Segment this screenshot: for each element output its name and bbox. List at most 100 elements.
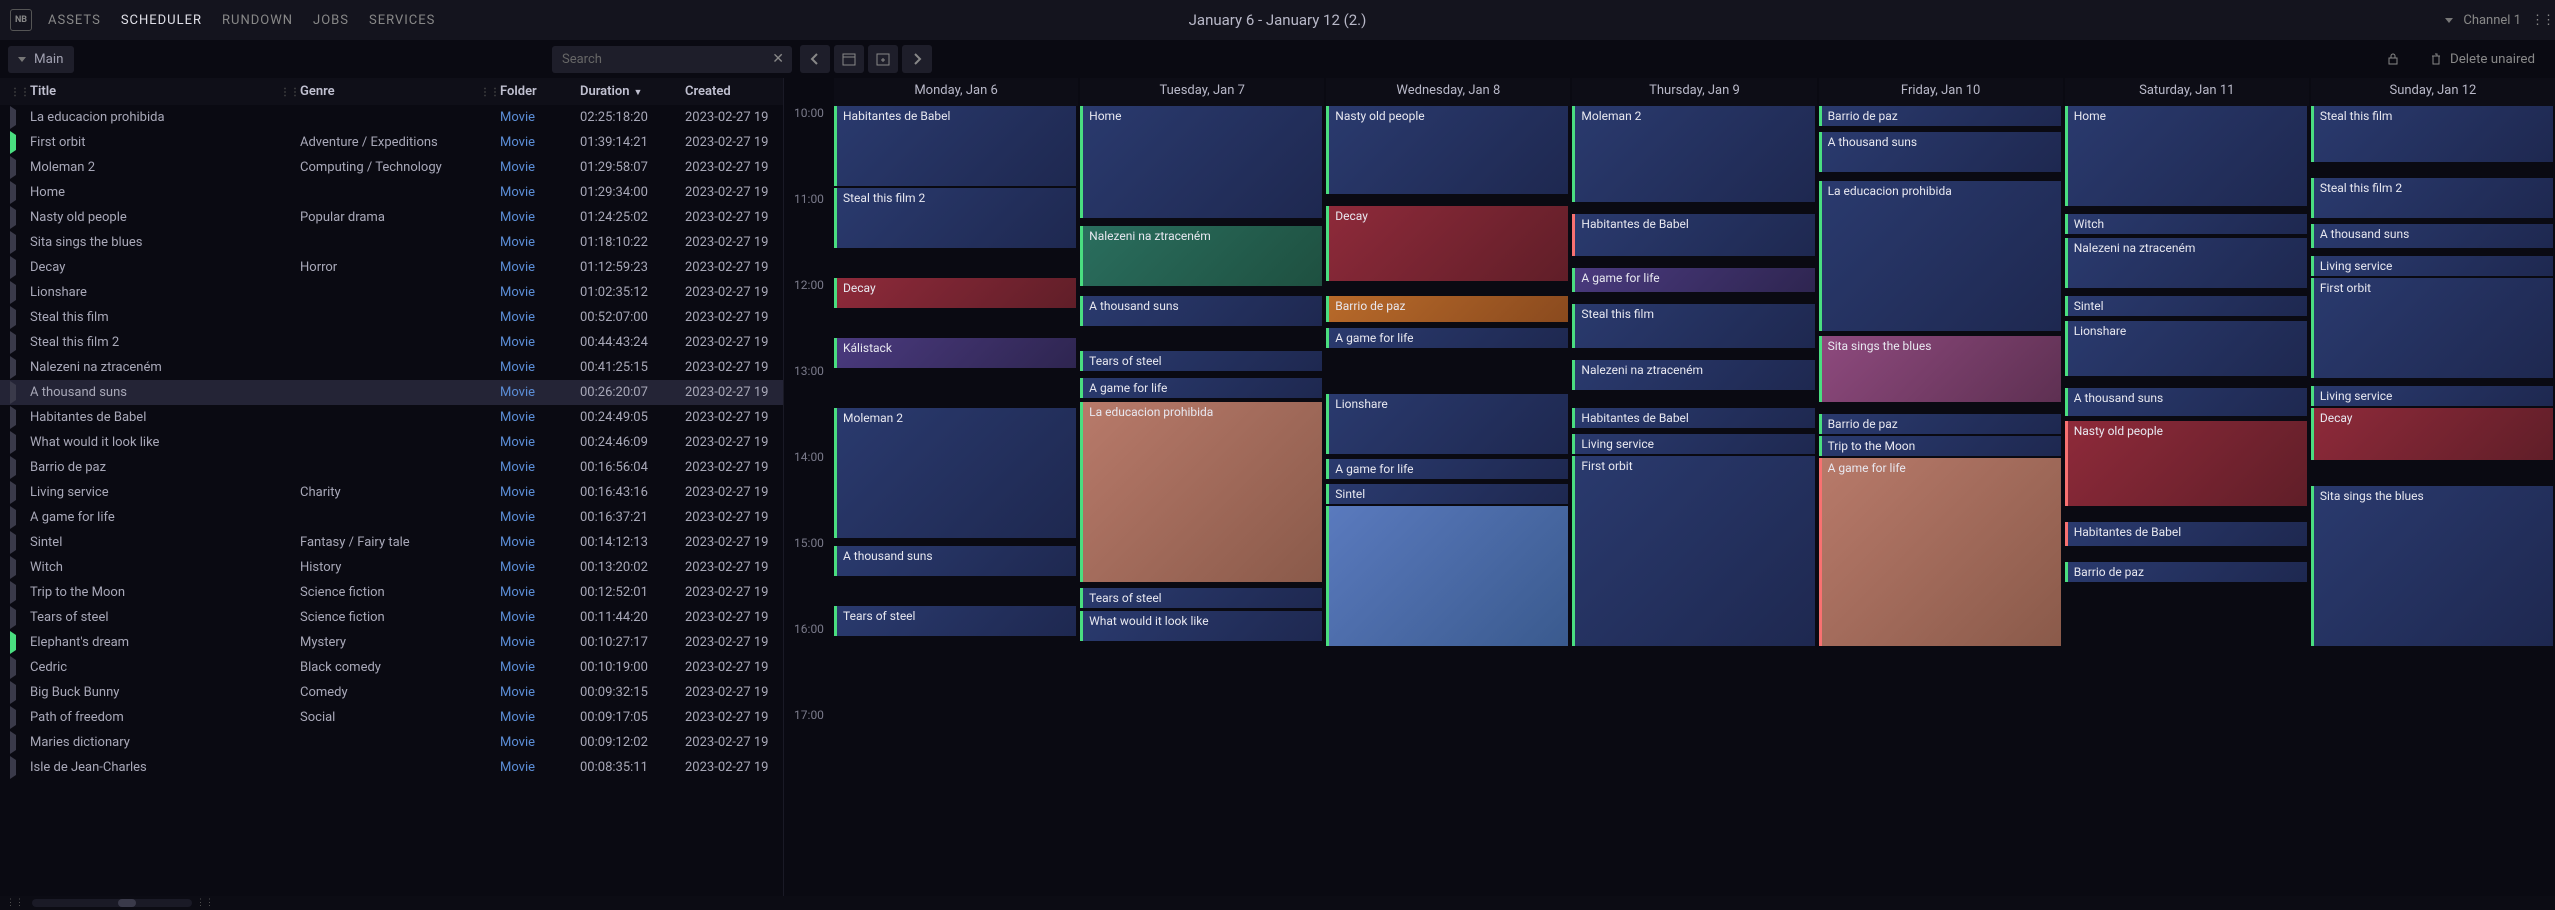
- schedule-event[interactable]: Tears of steel: [1080, 588, 1322, 608]
- schedule-event[interactable]: [1326, 506, 1568, 646]
- table-row[interactable]: SintelFantasy / Fairy taleMovie00:14:12:…: [0, 530, 783, 555]
- schedule-event[interactable]: Kálistack: [834, 338, 1076, 368]
- table-row[interactable]: Sita sings the bluesMovie01:18:10:222023…: [0, 230, 783, 255]
- schedule-event[interactable]: Moleman 2: [834, 408, 1076, 538]
- table-row[interactable]: Steal this filmMovie00:52:07:002023-02-2…: [0, 305, 783, 330]
- table-row[interactable]: Nalezeni na ztracenémMovie00:41:25:15202…: [0, 355, 783, 380]
- day-body[interactable]: Moleman 2Habitantes de BabelA game for l…: [1572, 106, 1816, 856]
- table-row[interactable]: Barrio de pazMovie00:16:56:042023-02-27 …: [0, 455, 783, 480]
- asset-folder[interactable]: Movie: [500, 660, 580, 675]
- asset-folder[interactable]: Movie: [500, 185, 580, 200]
- nav-assets[interactable]: ASSETS: [38, 7, 111, 34]
- table-row[interactable]: First orbitAdventure / ExpeditionsMovie0…: [0, 130, 783, 155]
- table-row[interactable]: Elephant's dreamMysteryMovie00:10:27:172…: [0, 630, 783, 655]
- schedule-event[interactable]: Lionshare: [1326, 394, 1568, 454]
- day-body[interactable]: Barrio de paz A thousand suns La educacion…: [1819, 106, 2063, 856]
- scroll-thumb[interactable]: [118, 899, 136, 907]
- schedule-event[interactable]: A game for life: [1326, 459, 1568, 479]
- asset-folder[interactable]: Movie: [500, 760, 580, 775]
- table-row[interactable]: Path of freedomSocialMovie00:09:17:05202…: [0, 705, 783, 730]
- asset-folder[interactable]: Movie: [500, 710, 580, 725]
- schedule-event[interactable]: Tears of steel: [1080, 351, 1322, 371]
- asset-folder[interactable]: Movie: [500, 160, 580, 175]
- table-row[interactable]: WitchHistoryMovie00:13:20:022023-02-27 1…: [0, 555, 783, 580]
- schedule-event[interactable]: Nasty old people: [1326, 106, 1568, 194]
- asset-folder[interactable]: Movie: [500, 535, 580, 550]
- asset-folder[interactable]: Movie: [500, 310, 580, 325]
- table-row[interactable]: Nasty old peoplePopular dramaMovie01:24:…: [0, 205, 783, 230]
- asset-folder[interactable]: Movie: [500, 435, 580, 450]
- scroll-track[interactable]: [32, 899, 192, 907]
- schedule-event[interactable]: Sita sings the blues: [2311, 486, 2553, 646]
- drag-handle-icon[interactable]: ⋮⋮: [480, 87, 500, 98]
- table-row[interactable]: Living serviceCharityMovie00:16:43:16202…: [0, 480, 783, 505]
- col-duration[interactable]: Duration▼: [580, 84, 685, 99]
- day-body[interactable]: Habitantes de BabelSteal this film 2Deca…: [834, 106, 1078, 856]
- lock-button[interactable]: [2378, 45, 2408, 73]
- col-folder[interactable]: Folder: [500, 84, 580, 99]
- table-row[interactable]: Maries dictionaryMovie00:09:12:022023-02…: [0, 730, 783, 755]
- schedule-event[interactable]: Habitantes de Babel: [1572, 408, 1814, 428]
- table-row[interactable]: A thousand sunsMovie00:26:20:072023-02-2…: [0, 380, 783, 405]
- asset-folder[interactable]: Movie: [500, 560, 580, 575]
- table-row[interactable]: Big Buck BunnyComedyMovie00:09:32:152023…: [0, 680, 783, 705]
- schedule-event[interactable]: Barrio de paz: [1819, 106, 2061, 126]
- asset-folder[interactable]: Movie: [500, 360, 580, 375]
- calendar-alt-button[interactable]: [868, 45, 898, 73]
- table-row[interactable]: Trip to the MoonScience fictionMovie00:1…: [0, 580, 783, 605]
- schedule-event[interactable]: Decay: [2311, 408, 2553, 460]
- asset-folder[interactable]: Movie: [500, 385, 580, 400]
- channel-selector[interactable]: Channel 1: [2463, 13, 2521, 28]
- schedule-event[interactable]: Habitantes de Babel: [1572, 214, 1814, 256]
- col-genre[interactable]: Genre: [300, 84, 480, 99]
- table-row[interactable]: Isle de Jean-CharlesMovie00:08:35:112023…: [0, 755, 783, 780]
- schedule-event[interactable]: Nalezeni na ztraceném: [2065, 238, 2307, 288]
- asset-folder[interactable]: Movie: [500, 585, 580, 600]
- schedule-event[interactable]: Barrio de paz: [2065, 562, 2307, 582]
- asset-folder[interactable]: Movie: [500, 485, 580, 500]
- asset-folder[interactable]: Movie: [500, 510, 580, 525]
- schedule-event[interactable]: Living service: [2311, 386, 2553, 406]
- asset-folder[interactable]: Movie: [500, 210, 580, 225]
- schedule-event[interactable]: Sintel: [2065, 296, 2307, 316]
- schedule-event[interactable]: A thousand suns: [1080, 296, 1322, 326]
- table-row[interactable]: A game for lifeMovie00:16:37:212023-02-2…: [0, 505, 783, 530]
- col-created[interactable]: Created: [685, 84, 773, 99]
- prev-week-button[interactable]: [800, 45, 830, 73]
- schedule-event[interactable]: Tears of steel: [834, 606, 1076, 636]
- table-row[interactable]: LionshareMovie01:02:35:122023-02-27 19: [0, 280, 783, 305]
- table-row[interactable]: Tears of steelScience fictionMovie00:11:…: [0, 605, 783, 630]
- schedule-event[interactable]: What would it look like: [1080, 611, 1322, 641]
- schedule-event[interactable]: First orbit: [2311, 278, 2553, 378]
- asset-folder[interactable]: Movie: [500, 635, 580, 650]
- nav-services[interactable]: SERVICES: [359, 7, 445, 34]
- schedule-event[interactable]: Trip to the Moon: [1819, 436, 2061, 456]
- schedule-event[interactable]: A game for life: [1326, 328, 1568, 348]
- schedule-event[interactable]: A thousand suns: [1819, 132, 2061, 172]
- table-row[interactable]: What would it look likeMovie00:24:46:092…: [0, 430, 783, 455]
- table-row[interactable]: La educacion prohibidaMovie02:25:18:2020…: [0, 105, 783, 130]
- asset-folder[interactable]: Movie: [500, 135, 580, 150]
- schedule-event[interactable]: La educacion prohibida: [1819, 181, 2061, 331]
- schedule-event[interactable]: Steal this film: [2311, 106, 2553, 162]
- schedule-event[interactable]: A thousand suns: [834, 546, 1076, 576]
- schedule-event[interactable]: A game for life: [1819, 458, 2061, 646]
- table-row[interactable]: HomeMovie01:29:34:002023-02-27 19: [0, 180, 783, 205]
- schedule-event[interactable]: Nalezeni na ztraceném: [1572, 360, 1814, 390]
- asset-folder[interactable]: Movie: [500, 610, 580, 625]
- asset-folder[interactable]: Movie: [500, 335, 580, 350]
- day-body[interactable]: Steal this filmSteal this film 2A thousa…: [2311, 106, 2555, 856]
- schedule-event[interactable]: A thousand suns: [2311, 224, 2553, 248]
- table-row[interactable]: Habitantes de BabelMovie00:24:49:052023-…: [0, 405, 783, 430]
- table-body[interactable]: La educacion prohibidaMovie02:25:18:2020…: [0, 105, 783, 910]
- schedule-event[interactable]: Habitantes de Babel: [834, 106, 1076, 186]
- asset-folder[interactable]: Movie: [500, 285, 580, 300]
- schedule-event[interactable]: Steal this film: [1572, 304, 1814, 348]
- delete-unaired-button[interactable]: Delete unaired: [2416, 45, 2547, 73]
- schedule-event[interactable]: Home: [2065, 106, 2307, 206]
- schedule-event[interactable]: La educacion prohibida: [1080, 402, 1322, 582]
- drag-handle-icon[interactable]: ⋮⋮: [10, 87, 30, 98]
- nav-jobs[interactable]: JOBS: [303, 7, 359, 34]
- schedule-event[interactable]: Habitantes de Babel: [2065, 522, 2307, 546]
- next-week-button[interactable]: [902, 45, 932, 73]
